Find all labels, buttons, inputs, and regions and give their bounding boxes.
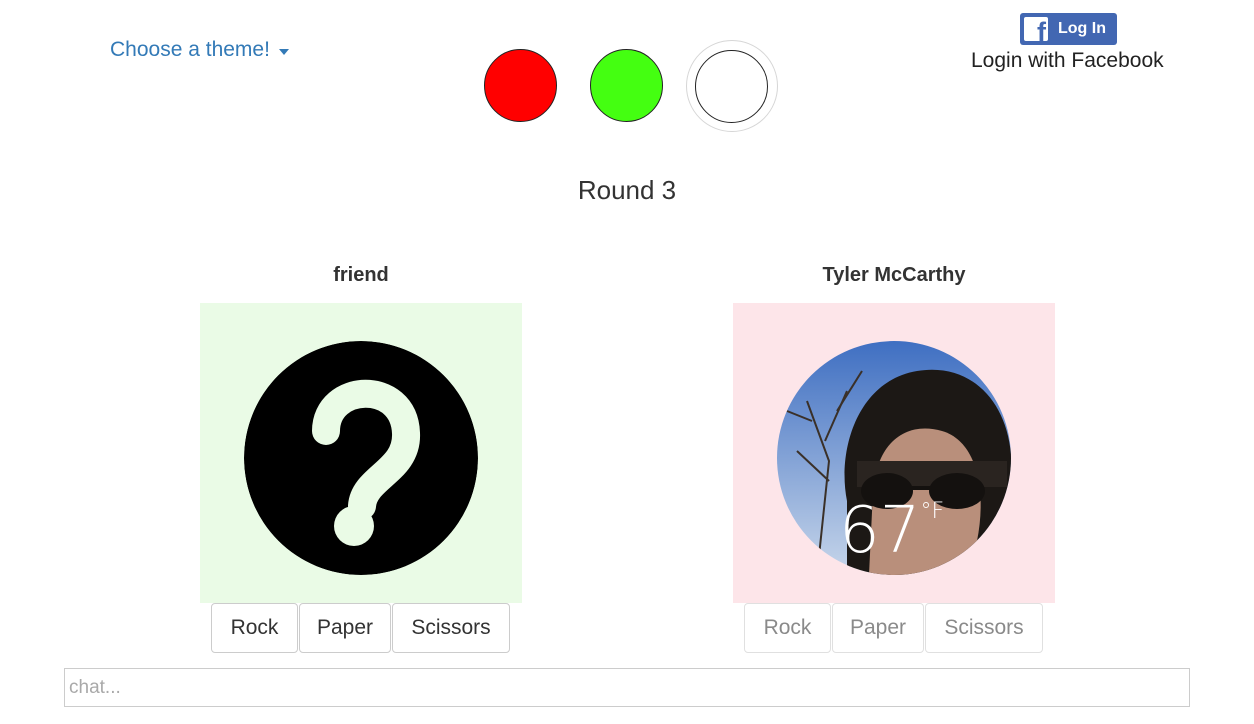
player-panel-opponent: 67°F	[733, 303, 1055, 603]
rock-button[interactable]: Rock	[211, 603, 298, 653]
paper-button[interactable]: Paper	[299, 603, 391, 653]
facebook-login-caption: Login with Facebook	[971, 49, 1164, 72]
result-indicator-loss	[484, 49, 557, 122]
photo-overlay-number: 67	[839, 494, 921, 568]
theme-dropdown[interactable]: Choose a theme!	[110, 38, 289, 62]
facebook-login-button[interactable]: f Log In	[1020, 13, 1117, 45]
scissors-button: Scissors	[925, 603, 1043, 653]
move-buttons-opponent: Rock Paper Scissors	[744, 603, 1044, 653]
round-title: Round 3	[577, 175, 677, 205]
player-name-opponent: Tyler McCarthy	[822, 264, 966, 286]
caret-down-icon	[278, 48, 289, 55]
theme-dropdown-label: Choose a theme!	[110, 38, 270, 61]
rock-button: Rock	[744, 603, 831, 653]
profile-photo-avatar: 67°F	[777, 341, 1011, 575]
facebook-login-label: Log In	[1058, 20, 1106, 37]
result-indicator-pending	[695, 50, 768, 123]
scissors-button[interactable]: Scissors	[392, 603, 510, 653]
photo-overlay-temperature: 67°F	[839, 499, 944, 563]
result-indicator-win	[590, 49, 663, 122]
chat-input[interactable]	[64, 668, 1190, 707]
facebook-logo-icon: f	[1024, 17, 1048, 41]
player-panel-friend	[200, 303, 522, 603]
paper-button: Paper	[832, 603, 924, 653]
photo-overlay-unit: °F	[920, 499, 945, 524]
player-name-friend: friend	[333, 264, 389, 286]
question-mark-icon	[244, 341, 478, 575]
move-buttons-friend: Rock Paper Scissors	[211, 603, 511, 653]
